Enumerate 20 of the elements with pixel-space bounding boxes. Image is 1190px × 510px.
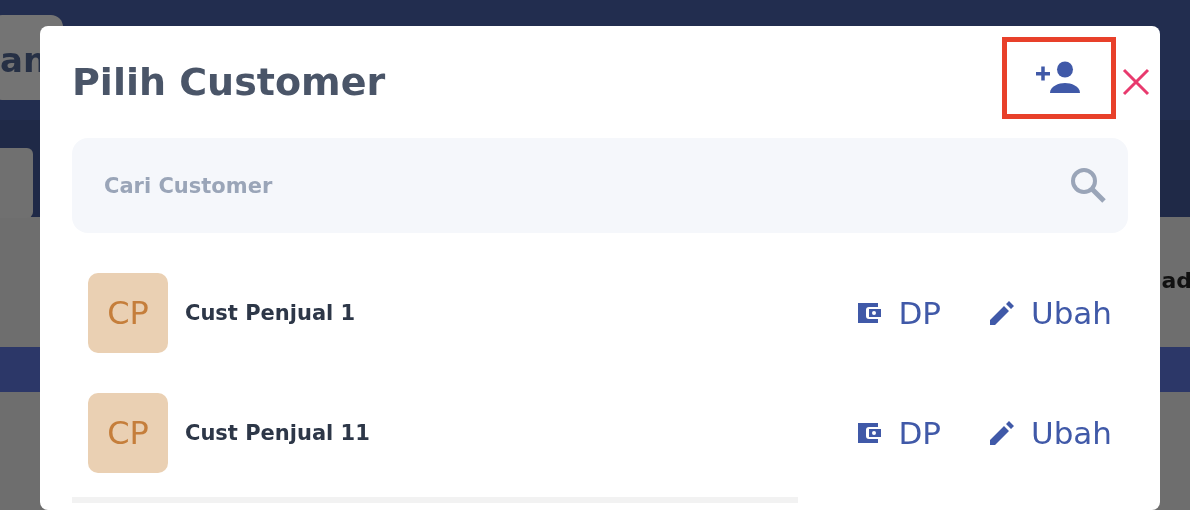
add-person-icon (1036, 61, 1082, 95)
edit-button[interactable]: Ubah (989, 415, 1112, 451)
close-icon (1122, 68, 1150, 96)
pencil-icon (989, 300, 1015, 326)
avatar: CP (88, 273, 168, 353)
customer-name[interactable]: Cust Penjual 1 (185, 301, 809, 325)
edit-button[interactable]: Ubah (989, 295, 1112, 331)
wallet-icon (856, 301, 883, 325)
dp-button[interactable]: DP (856, 295, 941, 331)
add-customer-button[interactable] (1002, 37, 1116, 119)
dialog-title: Pilih Customer (72, 60, 386, 104)
wallet-icon (856, 421, 883, 445)
avatar: CP (88, 393, 168, 473)
pencil-icon (989, 420, 1015, 446)
dp-button[interactable]: DP (856, 415, 941, 451)
search-field[interactable]: Cari Customer (72, 138, 1128, 233)
search-icon (1070, 167, 1106, 203)
background-text: ad (1161, 268, 1190, 293)
customer-name[interactable]: Cust Penjual 11 (185, 421, 809, 445)
background-panel (0, 148, 33, 218)
